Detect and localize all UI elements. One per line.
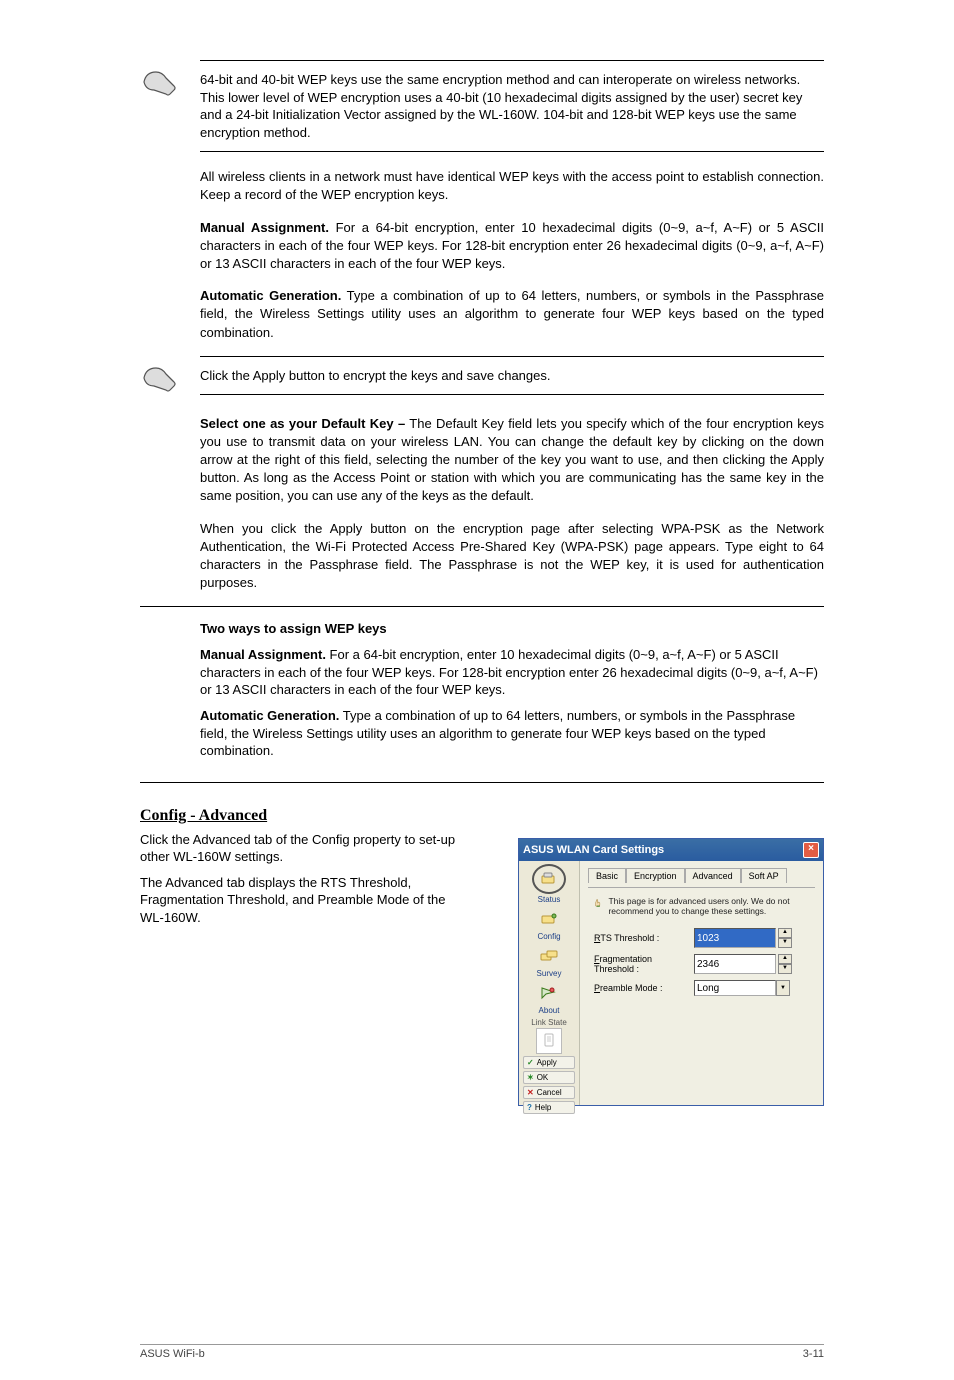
tab-softap[interactable]: Soft AP [741, 868, 787, 883]
chevron-down-icon[interactable]: ▼ [778, 938, 792, 948]
note-text-2: Click the Apply button to encrypt the ke… [200, 367, 824, 385]
rts-input[interactable] [694, 928, 776, 948]
tab-bar: Basic Encryption Advanced Soft AP [588, 867, 815, 882]
note-content-1: 64-bit and 40-bit WEP keys use the same … [200, 60, 824, 152]
footer-left: ASUS WiFi-b [140, 1348, 205, 1360]
sidebar-item-status-icon[interactable] [532, 864, 566, 894]
rts-row: RTS Threshold : ▲ ▼ [588, 928, 815, 948]
way-manual: Manual Assignment. For a 64-bit encrypti… [200, 646, 824, 699]
info-text: This page is for advanced users only. We… [608, 896, 815, 916]
para-auto: Automatic Generation. Type a combination… [200, 287, 824, 342]
dialog-title-text: ASUS WLAN Card Settings [523, 844, 664, 856]
way-auto-bold: Automatic Generation. [200, 708, 339, 723]
preamble-label: Preamble Mode : [594, 983, 694, 993]
sidebar-item-about-icon[interactable] [535, 981, 563, 1005]
footer-right: 3-11 [803, 1348, 824, 1360]
tab-basic[interactable]: Basic [588, 868, 626, 883]
ok-button[interactable]: ✶ OK [523, 1071, 575, 1084]
spinner-arrows[interactable]: ▲ ▼ [778, 954, 792, 974]
asus-wlan-dialog: ASUS WLAN Card Settings × Status Config [518, 838, 824, 1106]
way-manual-bold: Manual Assignment. [200, 647, 326, 662]
chevron-down-icon[interactable]: ▼ [776, 980, 790, 996]
apply-button-label: Apply [537, 1058, 557, 1067]
para-manual: Manual Assignment. For a 64-bit encrypti… [200, 219, 824, 274]
label-select-default: Select one as your Default Key – [200, 416, 405, 431]
para-identical-keys: All wireless clients in a network must h… [200, 168, 824, 204]
sidebar-item-survey-icon[interactable] [535, 944, 563, 968]
dialog-panel: Basic Encryption Advanced Soft AP This p… [580, 861, 823, 1105]
two-ways-block: Two ways to assign WEP keys Manual Assig… [140, 606, 824, 782]
dialog-titlebar[interactable]: ASUS WLAN Card Settings × [519, 839, 823, 861]
label-auto-generation: Automatic Generation. [200, 288, 341, 303]
sidebar-item-config-icon[interactable] [535, 907, 563, 931]
note-icon-col-2 [140, 356, 200, 399]
page-footer: ASUS WiFi-b 3-11 [140, 1344, 824, 1360]
frag-input[interactable] [694, 954, 776, 974]
section-heading-config-advanced: Config - Advanced [140, 807, 824, 825]
info-row: This page is for advanced users only. We… [588, 896, 815, 916]
frag-label: Fragmentation Threshold : [594, 954, 694, 974]
link-state-icon [536, 1028, 562, 1054]
hand-note-icon [140, 360, 180, 396]
help-button[interactable]: ? Help [523, 1101, 575, 1114]
preamble-input[interactable] [694, 980, 776, 996]
way-auto: Automatic Generation. Type a combination… [200, 707, 824, 760]
chevron-down-icon[interactable]: ▼ [778, 964, 792, 974]
dialog-sidebar: Status Config Survey About Link State [519, 861, 580, 1105]
spinner-arrows[interactable]: ▲ ▼ [778, 928, 792, 948]
note-text-1: 64-bit and 40-bit WEP keys use the same … [200, 71, 824, 141]
rts-spinner[interactable]: ▲ ▼ [694, 928, 792, 948]
hand-note-icon [140, 64, 180, 100]
preamble-row: Preamble Mode : ▼ [588, 980, 815, 996]
apply-button[interactable]: ✓ Apply [523, 1056, 575, 1069]
pointer-icon [594, 896, 602, 910]
dialog-screenshot: ASUS WLAN Card Settings × Status Config [518, 838, 824, 1106]
tab-advanced[interactable]: Advanced [685, 868, 741, 883]
ok-icon: ✶ [527, 1073, 534, 1082]
tab-underline [588, 887, 815, 888]
rts-label: RTS Threshold : [594, 933, 694, 943]
frag-spinner[interactable]: ▲ ▼ [694, 954, 792, 974]
note-content-2: Click the Apply button to encrypt the ke… [200, 356, 824, 396]
cancel-button-label: Cancel [537, 1088, 562, 1097]
sidebar-item-status-label: Status [521, 895, 577, 904]
ok-button-label: OK [537, 1073, 549, 1082]
x-icon: ✕ [527, 1088, 534, 1097]
two-ways-heading: Two ways to assign WEP keys [200, 621, 824, 636]
note-icon-col [140, 60, 200, 103]
sidebar-item-about-label: About [521, 1006, 577, 1015]
note-block-1: 64-bit and 40-bit WEP keys use the same … [140, 60, 824, 152]
link-state-label: Link State [521, 1018, 577, 1027]
dialog-body: Status Config Survey About Link State [519, 861, 823, 1105]
note-block-2: Click the Apply button to encrypt the ke… [140, 356, 824, 399]
check-icon: ✓ [527, 1058, 534, 1067]
tab-encryption[interactable]: Encryption [626, 868, 685, 883]
section-para-1: Click the Advanced tab of the Config pro… [140, 831, 460, 866]
question-icon: ? [527, 1103, 532, 1112]
label-manual-assignment: Manual Assignment. [200, 220, 329, 235]
section-para-2: The Advanced tab displays the RTS Thresh… [140, 874, 460, 927]
para-wpa-psk: When you click the Apply button on the e… [200, 520, 824, 593]
preamble-combo[interactable]: ▼ [694, 980, 790, 996]
para-select-default: Select one as your Default Key – The Def… [200, 415, 824, 506]
close-icon[interactable]: × [803, 842, 819, 858]
sidebar-item-survey-label: Survey [521, 969, 577, 978]
frag-row: Fragmentation Threshold : ▲ ▼ [588, 954, 815, 974]
cancel-button[interactable]: ✕ Cancel [523, 1086, 575, 1099]
chevron-up-icon[interactable]: ▲ [778, 954, 792, 964]
chevron-up-icon[interactable]: ▲ [778, 928, 792, 938]
sidebar-item-config-label: Config [521, 932, 577, 941]
help-button-label: Help [535, 1103, 551, 1112]
